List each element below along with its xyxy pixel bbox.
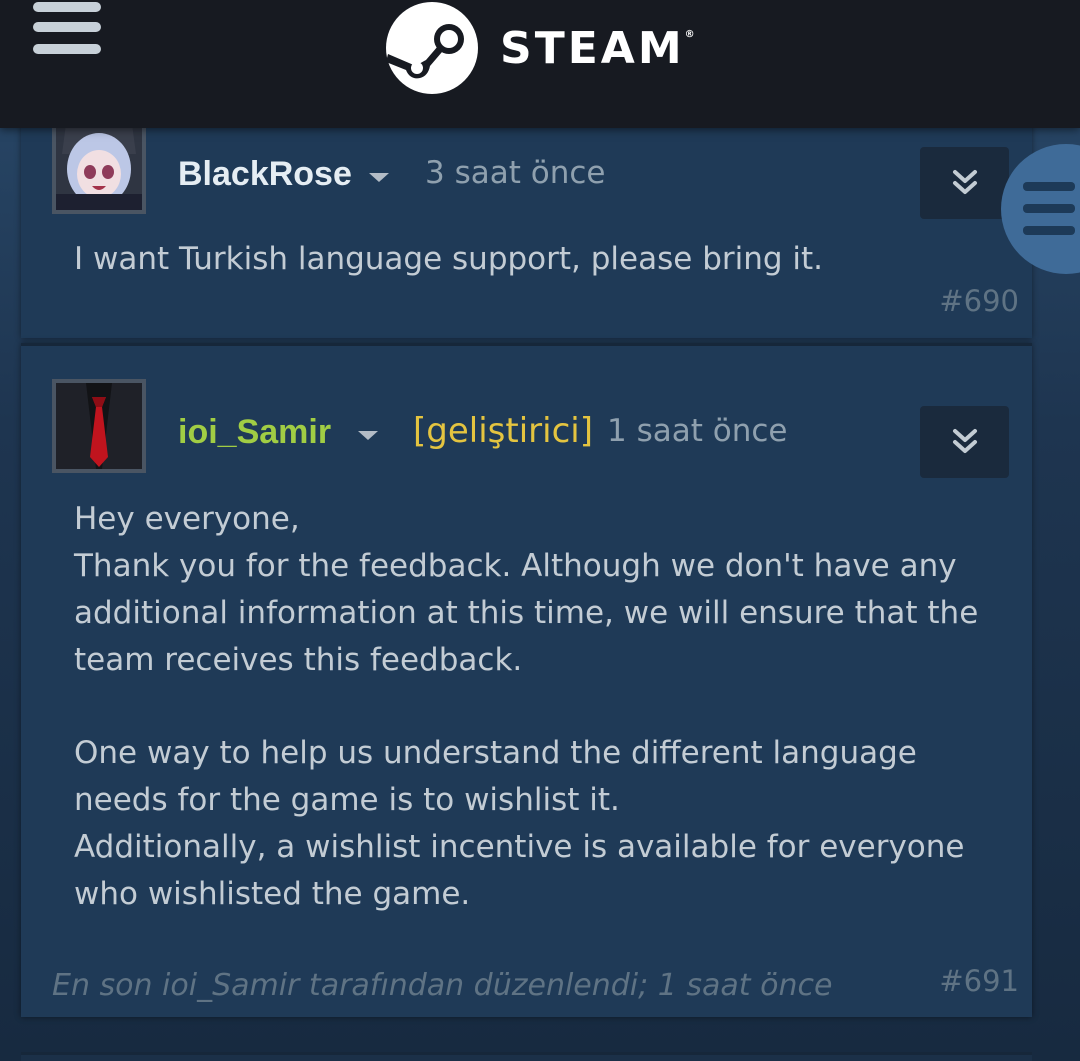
post-body: I want Turkish language support, please … [74,241,824,277]
avatar[interactable] [52,120,146,214]
avatar[interactable] [52,379,146,473]
post-paragraph: One way to help us understand the differ… [74,735,917,818]
steam-logo-icon [386,2,478,94]
post-paragraph: Additionally, a wishlist incentive is av… [74,829,965,912]
steam-logo[interactable]: STEAM ® [386,0,695,96]
post-timestamp: 3 saat önce [425,155,606,191]
post-body: Hey everyone, Thank you for the feedback… [74,496,1014,918]
red-tie-avatar-image [56,383,142,469]
developer-badge: [geliştirici] [413,411,593,451]
post-actions-button[interactable] [920,147,1009,219]
hamburger-menu-icon[interactable] [33,0,101,60]
author-dropdown-caret-icon[interactable] [369,173,389,182]
edited-by-author-link[interactable]: ioi_Samir [162,968,299,1003]
post-timestamp: 1 saat önce [607,413,788,449]
edited-notice: En son ioi_Samir tarafından düzenlendi; … [52,968,833,1003]
next-post-edge [21,1052,1032,1061]
post-number[interactable]: #691 [939,964,1019,998]
anime-avatar-image [56,124,142,210]
post-number[interactable]: #690 [939,284,1019,318]
forum-post: BlackRose 3 saat önce I want Turkish lan… [21,100,1032,338]
double-chevron-down-icon [952,170,977,194]
author-dropdown-caret-icon[interactable] [358,431,378,440]
forum-post: ioi_Samir [geliştirici] 1 saat önce Hey … [21,343,1032,1017]
top-navigation-bar: STEAM ® [0,0,1080,128]
post-paragraph: Hey everyone, [74,501,300,537]
post-paragraph: Thank you for the feedback. Although we … [74,548,979,678]
double-chevron-down-icon [952,429,977,453]
post-actions-button[interactable] [920,406,1009,478]
steam-wordmark: STEAM ® [500,22,695,74]
author-name[interactable]: BlackRose [178,155,352,194]
author-name[interactable]: ioi_Samir [178,413,331,452]
